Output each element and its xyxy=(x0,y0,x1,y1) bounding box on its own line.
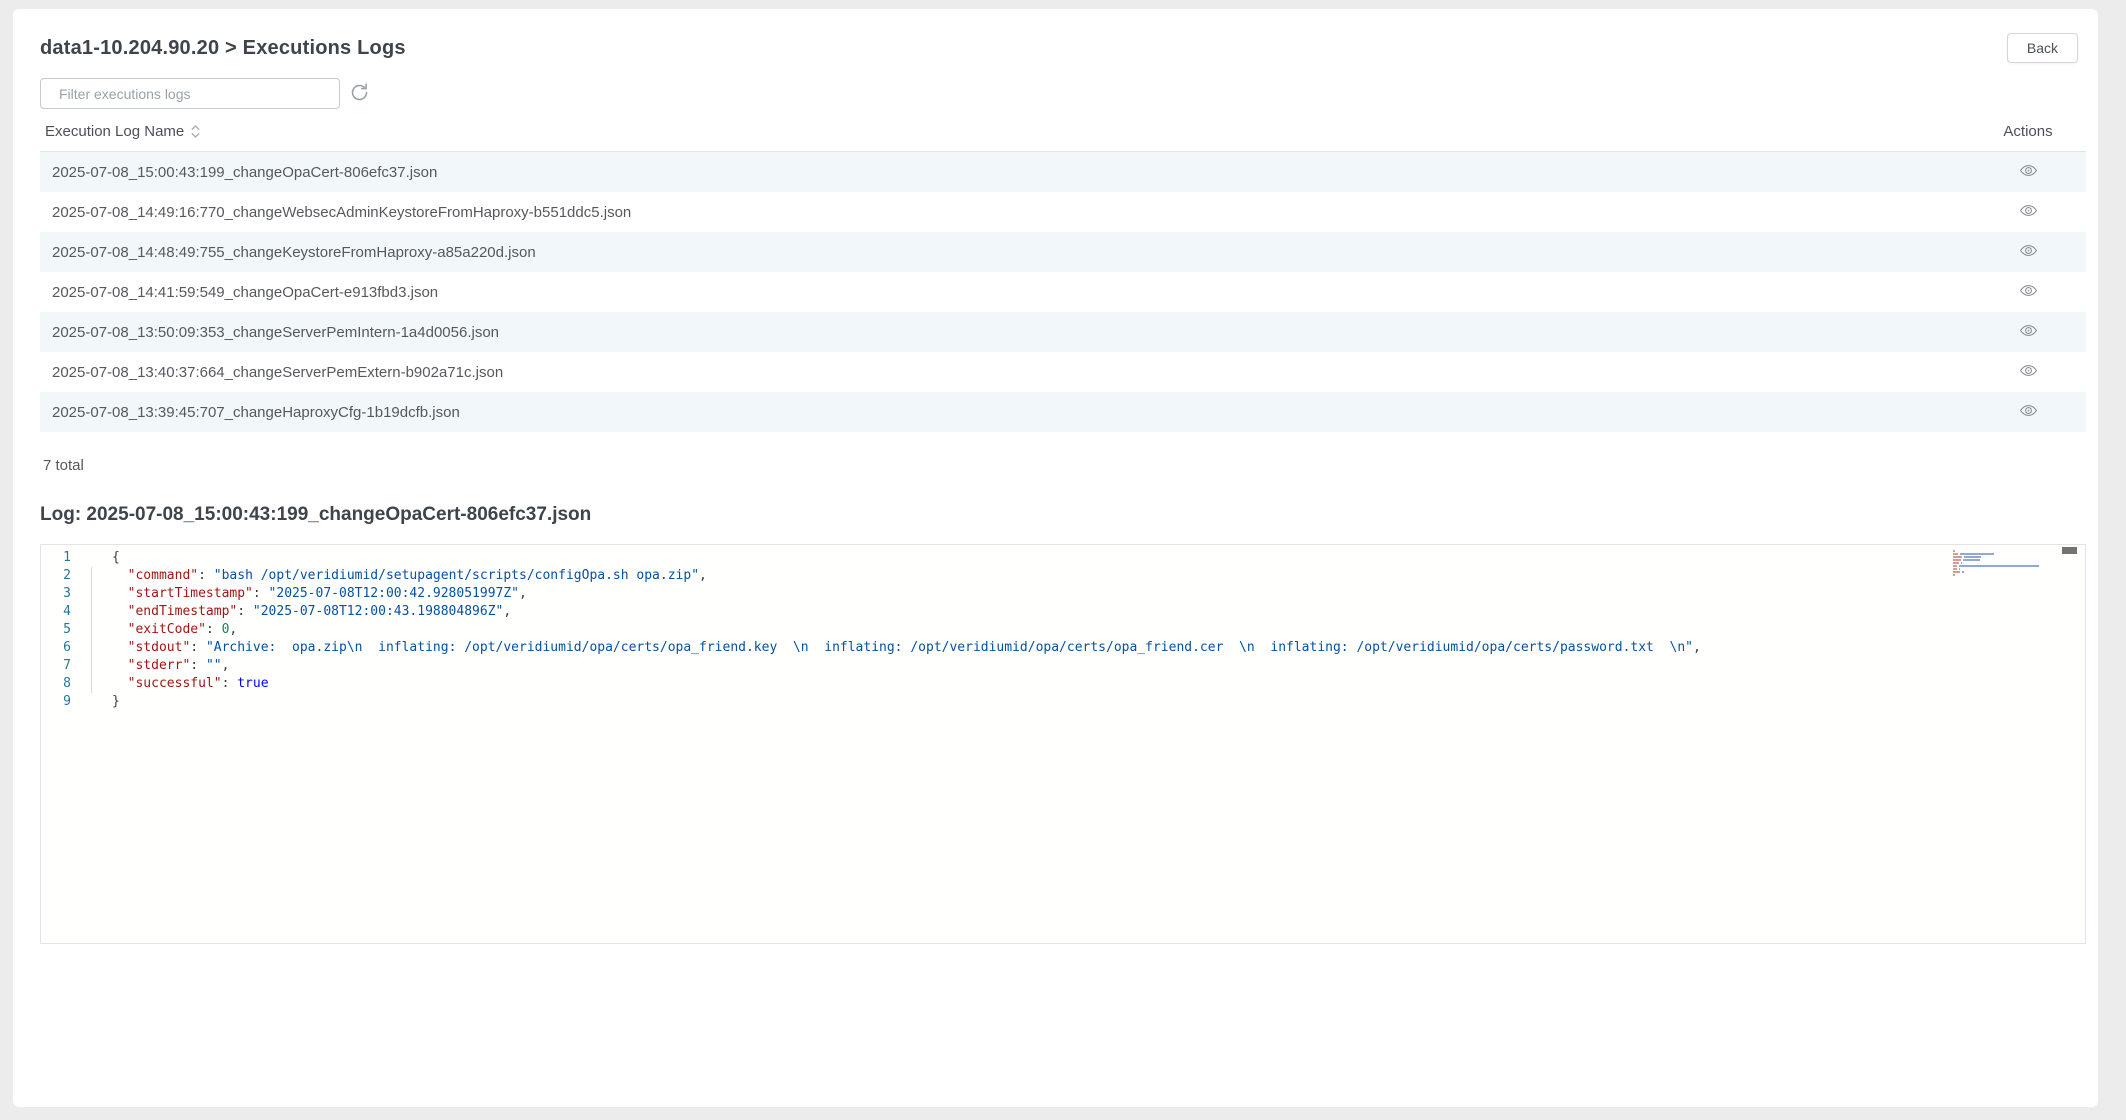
line-number: 8 xyxy=(41,675,71,693)
line-number: 1 xyxy=(41,549,71,567)
view-log-button[interactable] xyxy=(2019,401,2038,423)
table-row[interactable]: 2025-07-08_14:48:49:755_changeKeystoreFr… xyxy=(40,232,2086,272)
code-line: 5 "exitCode": 0, xyxy=(41,621,2085,639)
line-number: 2 xyxy=(41,567,71,585)
indent-guide xyxy=(91,567,92,693)
line-number: 9 xyxy=(41,693,71,711)
execution-log-name: 2025-07-08_13:50:09:353_changeServerPemI… xyxy=(40,324,1978,341)
executions-logs-panel: data1-10.204.90.20 > Executions Logs Bac… xyxy=(13,9,2098,1107)
eye-icon xyxy=(2019,401,2038,423)
refresh-button[interactable] xyxy=(349,82,370,106)
eye-icon xyxy=(2019,361,2038,383)
line-number: 6 xyxy=(41,639,71,657)
total-count: 7 total xyxy=(40,457,2086,474)
code-line: 9} xyxy=(41,693,2085,711)
table-header: Execution Log Name Actions xyxy=(40,123,2086,152)
execution-log-name: 2025-07-08_13:39:45:707_changeHaproxyCfg… xyxy=(40,404,1978,421)
filter-row xyxy=(40,78,2086,109)
line-number: 5 xyxy=(41,621,71,639)
table-row[interactable]: 2025-07-08_14:41:59:549_changeOpaCert-e9… xyxy=(40,272,2086,312)
code-line: 8 "successful": true xyxy=(41,675,2085,693)
log-content-editor[interactable]: 1{2 "command": "bash /opt/veridiumid/set… xyxy=(40,544,2086,944)
column-header-execution-log-name[interactable]: Execution Log Name xyxy=(45,123,184,140)
code-area: 1{2 "command": "bash /opt/veridiumid/set… xyxy=(41,549,2085,711)
code-line: 4 "endTimestamp": "2025-07-08T12:00:43.1… xyxy=(41,603,2085,621)
eye-icon xyxy=(2019,321,2038,343)
table-row[interactable]: 2025-07-08_13:40:37:664_changeServerPemE… xyxy=(40,352,2086,392)
execution-log-name: 2025-07-08_14:48:49:755_changeKeystoreFr… xyxy=(40,244,1978,261)
page-title: data1-10.204.90.20 > Executions Logs xyxy=(40,37,406,60)
eye-icon xyxy=(2019,161,2038,183)
table-row[interactable]: 2025-07-08_14:49:16:770_changeWebsecAdmi… xyxy=(40,192,2086,232)
sort-icon[interactable] xyxy=(190,124,201,139)
back-button[interactable]: Back xyxy=(2007,33,2078,63)
eye-icon xyxy=(2019,281,2038,303)
log-file-heading: Log: 2025-07-08_15:00:43:199_changeOpaCe… xyxy=(40,504,2086,526)
line-number: 3 xyxy=(41,585,71,603)
line-number: 4 xyxy=(41,603,71,621)
execution-log-name: 2025-07-08_14:41:59:549_changeOpaCert-e9… xyxy=(40,284,1978,301)
table-row[interactable]: 2025-07-08_13:50:09:353_changeServerPemI… xyxy=(40,312,2086,352)
code-line: 1{ xyxy=(41,549,2085,567)
view-log-button[interactable] xyxy=(2019,161,2038,183)
view-log-button[interactable] xyxy=(2019,201,2038,223)
minimap[interactable] xyxy=(1953,550,2059,577)
view-log-button[interactable] xyxy=(2019,361,2038,383)
page-header: data1-10.204.90.20 > Executions Logs Bac… xyxy=(40,33,2086,63)
line-number: 7 xyxy=(41,657,71,675)
execution-log-name: 2025-07-08_15:00:43:199_changeOpaCert-80… xyxy=(40,164,1978,181)
execution-log-name: 2025-07-08_13:40:37:664_changeServerPemE… xyxy=(40,364,1978,381)
table-row[interactable]: 2025-07-08_13:39:45:707_changeHaproxyCfg… xyxy=(40,392,2086,432)
scrollbar-thumb[interactable] xyxy=(2062,547,2077,554)
refresh-icon xyxy=(349,82,370,106)
eye-icon xyxy=(2019,241,2038,263)
column-header-actions: Actions xyxy=(1978,123,2078,140)
table-row[interactable]: 2025-07-08_15:00:43:199_changeOpaCert-80… xyxy=(40,152,2086,192)
code-line: 3 "startTimestamp": "2025-07-08T12:00:42… xyxy=(41,585,2085,603)
code-line: 6 "stdout": "Archive: opa.zip\n inflatin… xyxy=(41,639,2085,657)
execution-log-name: 2025-07-08_14:49:16:770_changeWebsecAdmi… xyxy=(40,204,1978,221)
view-log-button[interactable] xyxy=(2019,281,2038,303)
filter-executions-input[interactable] xyxy=(40,78,340,109)
eye-icon xyxy=(2019,201,2038,223)
view-log-button[interactable] xyxy=(2019,241,2038,263)
code-line: 7 "stderr": "", xyxy=(41,657,2085,675)
executions-log-list: 2025-07-08_15:00:43:199_changeOpaCert-80… xyxy=(40,152,2086,432)
view-log-button[interactable] xyxy=(2019,321,2038,343)
code-line: 2 "command": "bash /opt/veridiumid/setup… xyxy=(41,567,2085,585)
